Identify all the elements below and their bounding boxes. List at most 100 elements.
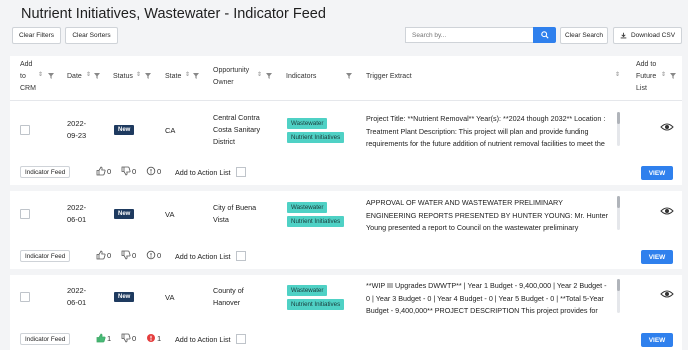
sort-icon[interactable]: ⇕: [38, 72, 43, 79]
add-to-action-list-checkbox[interactable]: [236, 167, 246, 177]
header-add-to-crm-line2: to: [20, 73, 26, 80]
row-owner: Central Contra Costa Sanitary District: [213, 112, 275, 148]
row-owner-line1: City of Buena: [213, 203, 257, 212]
filter-icon[interactable]: [346, 73, 352, 79]
thumbs-up-icon: [96, 250, 106, 260]
dislike-button[interactable]: 0: [121, 333, 136, 343]
header-status[interactable]: Status: [113, 71, 133, 83]
row-date-line2: 06-01: [67, 215, 87, 224]
thumbs-up-icon: [96, 333, 106, 343]
dislike-count: 0: [132, 250, 137, 260]
like-count: 0: [107, 166, 112, 176]
scroll-thumb[interactable]: [617, 112, 620, 124]
header-divider: [10, 100, 682, 101]
indicator-tag: Nutrient Initiatives: [287, 299, 345, 310]
view-button[interactable]: VIEW: [641, 333, 673, 347]
download-icon: [620, 32, 627, 39]
clear-filters-button[interactable]: Clear Filters: [12, 27, 61, 44]
extract-scrollbar[interactable]: [617, 279, 620, 313]
row-date-line1: 2022-: [67, 286, 87, 295]
search-icon: [540, 31, 549, 39]
sort-icon[interactable]: ⇕: [136, 72, 141, 79]
flag-button[interactable]: 0: [146, 250, 161, 260]
scroll-thumb[interactable]: [617, 196, 620, 208]
sort-icon[interactable]: ⇕: [185, 72, 190, 79]
view-button[interactable]: VIEW: [641, 250, 673, 264]
clear-search-button[interactable]: Clear Search: [560, 27, 608, 44]
add-to-action-list-label: Add to Action List: [175, 335, 231, 344]
add-to-action-list-label: Add to Action List: [175, 252, 231, 261]
flag-icon: [146, 250, 156, 260]
header-opportunity-owner[interactable]: Opportunity Owner: [213, 65, 249, 89]
row-date-line1: 2022-: [67, 119, 87, 128]
filter-icon[interactable]: [48, 73, 54, 79]
header-future-line2: Future: [636, 73, 657, 80]
header-future-line1: Add to: [636, 61, 657, 68]
flag-count: 0: [157, 166, 162, 176]
add-to-crm-checkbox[interactable]: [20, 125, 30, 135]
view-button[interactable]: VIEW: [641, 166, 673, 180]
thumbs-down-icon: [121, 250, 131, 260]
filter-icon[interactable]: [193, 73, 199, 79]
row-state: VA: [165, 210, 175, 219]
indicator-tag: Nutrient Initiatives: [287, 132, 345, 143]
add-to-action-list-checkbox[interactable]: [236, 334, 246, 344]
sort-icon[interactable]: ⇕: [86, 72, 91, 79]
header-add-to-crm-line3: CRM: [20, 85, 36, 92]
flag-button[interactable]: 1: [146, 333, 161, 343]
dislike-count: 0: [132, 333, 137, 343]
add-to-action-list-checkbox[interactable]: [236, 251, 246, 261]
eye-icon[interactable]: [660, 289, 674, 299]
row-date: 2022- 06-01: [67, 202, 86, 226]
row-date-line2: 06-01: [67, 298, 87, 307]
extract-scrollbar[interactable]: [617, 112, 620, 146]
flag-count: 1: [157, 333, 162, 343]
header-indicators[interactable]: Indicators: [286, 71, 316, 83]
row-date: 2022- 09-23: [67, 118, 86, 142]
download-csv-button[interactable]: Download CSV: [613, 27, 682, 44]
like-button[interactable]: 1: [96, 333, 111, 343]
dislike-button[interactable]: 0: [121, 166, 136, 176]
search-button[interactable]: [533, 27, 556, 43]
sort-icon[interactable]: ⇕: [615, 72, 620, 79]
trigger-extract: APPROVAL OF WATER AND WASTEWATER PRELIMI…: [366, 198, 609, 232]
like-count: 0: [107, 250, 112, 260]
dislike-button[interactable]: 0: [121, 250, 136, 260]
eye-icon[interactable]: [660, 122, 674, 132]
like-button[interactable]: 0: [96, 166, 111, 176]
add-to-crm-checkbox[interactable]: [20, 209, 30, 219]
extract-scrollbar[interactable]: [617, 196, 620, 230]
dislike-count: 0: [132, 166, 137, 176]
status-badge: New: [114, 125, 135, 135]
thumbs-up-icon: [96, 166, 106, 176]
sort-icon[interactable]: ⇕: [661, 72, 666, 79]
row-state: CA: [165, 126, 176, 135]
thumbs-down-icon: [121, 333, 131, 343]
row-owner-line2: Hanover: [213, 298, 241, 307]
header-add-to-crm[interactable]: Add to CRM: [20, 59, 36, 95]
indicator-tag: Wastewater: [287, 202, 328, 213]
header-add-to-future-list[interactable]: Add to Future List: [636, 59, 656, 95]
filter-icon[interactable]: [94, 73, 100, 79]
filter-icon[interactable]: [145, 73, 151, 79]
filter-icon[interactable]: [670, 73, 676, 79]
header-date[interactable]: Date: [67, 71, 82, 83]
header-add-to-crm-line1: Add: [20, 61, 33, 68]
header-state[interactable]: State: [165, 71, 181, 83]
sort-icon[interactable]: ⇕: [257, 72, 262, 79]
row-owner-line2: Vista: [213, 215, 229, 224]
scroll-thumb[interactable]: [617, 279, 620, 291]
row-separator: [10, 185, 682, 191]
search-input[interactable]: [405, 27, 533, 43]
like-button[interactable]: 0: [96, 250, 111, 260]
row-owner: County of Hanover: [213, 285, 275, 309]
eye-icon[interactable]: [660, 206, 674, 216]
clear-sorters-button[interactable]: Clear Sorters: [65, 27, 118, 44]
add-to-crm-checkbox[interactable]: [20, 292, 30, 302]
like-count: 1: [107, 333, 112, 343]
download-csv-label: Download CSV: [630, 32, 676, 39]
filter-icon[interactable]: [266, 73, 272, 79]
header-trigger-extract[interactable]: Trigger Extract: [366, 71, 412, 83]
flag-button[interactable]: 0: [146, 166, 161, 176]
indicator-tag: Wastewater: [287, 285, 328, 296]
